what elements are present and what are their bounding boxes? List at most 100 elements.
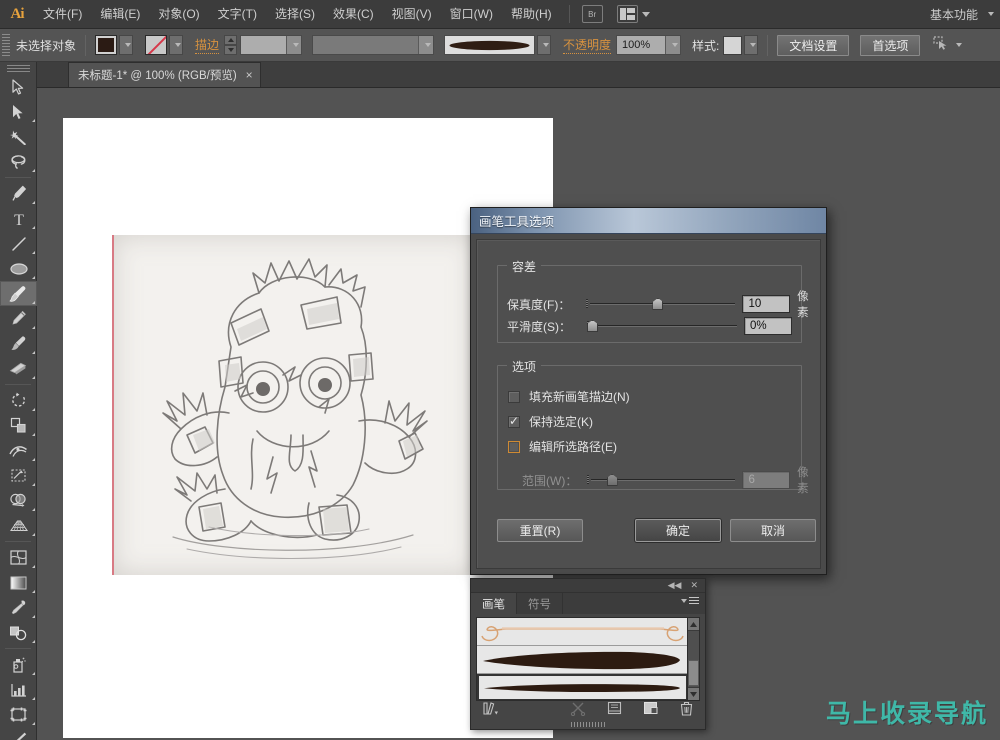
chevron-down-icon: [988, 12, 994, 16]
menu-view[interactable]: 视图(V): [383, 0, 441, 29]
smoothness-slider[interactable]: [587, 319, 737, 333]
tolerance-legend: 容差: [507, 258, 542, 275]
brush-tool-options-dialog[interactable]: 画笔工具选项 容差 保真度(F)： 10 像素 平滑度(S)： 0% 选项 填充…: [470, 207, 827, 575]
fill-new-brush-strokes-row[interactable]: 填充新画笔描边(N): [508, 388, 630, 405]
opacity-label[interactable]: 不透明度: [563, 36, 612, 54]
smoothness-input[interactable]: 0%: [744, 317, 792, 335]
type-tool[interactable]: T: [0, 206, 37, 231]
brush-list-scrollbar[interactable]: [687, 617, 700, 701]
pen-tool[interactable]: [0, 181, 37, 206]
eyedropper-tool[interactable]: [0, 595, 37, 620]
fidelity-slider[interactable]: [586, 297, 736, 311]
width-tool[interactable]: [0, 438, 37, 463]
brush-item-calligraphic-rope[interactable]: [477, 618, 688, 646]
dialog-title-bar[interactable]: 画笔工具选项: [471, 208, 826, 234]
menu-object[interactable]: 对象(O): [149, 0, 208, 29]
new-brush-icon[interactable]: [639, 698, 661, 718]
selection-tool[interactable]: [0, 74, 37, 99]
brush-item-thick-tapered[interactable]: [477, 646, 688, 674]
direct-selection-tool[interactable]: [0, 99, 37, 124]
graphic-style-swatch[interactable]: [723, 35, 743, 55]
line-segment-tool[interactable]: [0, 231, 37, 256]
column-graph-tool[interactable]: [0, 677, 37, 702]
menu-select[interactable]: 选择(S): [266, 0, 324, 29]
control-bar-grip[interactable]: [2, 33, 10, 57]
blob-brush-tool[interactable]: [0, 331, 37, 356]
scrollbar-thumb[interactable]: [688, 660, 699, 686]
menu-window[interactable]: 窗口(W): [441, 0, 502, 29]
chevron-down-icon[interactable]: [641, 11, 650, 17]
scale-tool[interactable]: [0, 413, 37, 438]
menu-edit[interactable]: 编辑(E): [91, 0, 149, 29]
edit-selected-paths-checkbox[interactable]: [508, 440, 520, 453]
magic-wand-tool[interactable]: [0, 124, 37, 149]
stroke-profile-combo[interactable]: [312, 35, 435, 55]
options-of-selected-object-icon[interactable]: [603, 698, 625, 718]
opacity-combo[interactable]: 100%: [616, 35, 682, 55]
brush-list[interactable]: [476, 617, 689, 701]
brush-definition-dropdown[interactable]: [537, 35, 552, 55]
placed-sketch-image[interactable]: [112, 235, 475, 575]
menu-effect[interactable]: 效果(C): [324, 0, 383, 29]
chevron-down-icon: [681, 598, 687, 603]
chevron-down-icon: [286, 36, 302, 54]
select-similar-objects-icon[interactable]: [933, 35, 949, 55]
symbol-sprayer-tool[interactable]: [0, 652, 37, 677]
fill-dropdown-button[interactable]: [119, 35, 134, 55]
graphic-style-dropdown[interactable]: [744, 35, 759, 55]
delete-brush-icon[interactable]: [675, 698, 697, 718]
rotate-tool[interactable]: [0, 388, 37, 413]
preferences-button[interactable]: 首选项: [860, 34, 921, 56]
brush-definition-preview[interactable]: [444, 35, 536, 55]
panel-resize-grip[interactable]: [571, 722, 605, 727]
stroke-color-swatch[interactable]: [145, 35, 168, 55]
menu-help[interactable]: 帮助(H): [502, 0, 561, 29]
menu-type[interactable]: 文字(T): [209, 0, 266, 29]
ok-button[interactable]: 确定: [635, 519, 721, 542]
panel-title-bar[interactable]: ◀◀ ✕: [471, 579, 705, 593]
artboard-tool[interactable]: [0, 702, 37, 727]
bridge-icon[interactable]: Br: [581, 5, 603, 23]
document-setup-button[interactable]: 文档设置: [777, 34, 850, 56]
keep-selected-checkbox[interactable]: ✓: [508, 415, 520, 428]
pencil-tool[interactable]: [0, 306, 37, 331]
brush-libraries-menu-icon[interactable]: [479, 698, 501, 718]
slice-tool[interactable]: [0, 727, 37, 740]
menu-file[interactable]: 文件(F): [34, 0, 91, 29]
stroke-weight-stepper[interactable]: [224, 35, 238, 55]
gradient-tool[interactable]: [0, 570, 37, 595]
fill-color-swatch[interactable]: [95, 35, 118, 55]
blend-tool[interactable]: [0, 620, 37, 645]
free-transform-tool[interactable]: [0, 463, 37, 488]
reset-button[interactable]: 重置(R): [497, 519, 583, 542]
collapse-panel-icon[interactable]: ◀◀: [668, 581, 682, 590]
edit-selected-paths-row[interactable]: 编辑所选路径(E): [508, 438, 617, 455]
tab-brushes[interactable]: 画笔: [471, 593, 517, 614]
fidelity-slider-thumb[interactable]: [652, 298, 664, 310]
stroke-weight-label[interactable]: 描边: [195, 36, 220, 54]
scroll-up-icon[interactable]: [688, 618, 699, 631]
document-tab[interactable]: 未标题-1* @ 100% (RGB/预览) ×: [68, 62, 261, 87]
fidelity-input[interactable]: 10: [742, 295, 791, 313]
stroke-dropdown-button[interactable]: [169, 35, 184, 55]
shape-builder-tool[interactable]: [0, 488, 37, 513]
fill-new-brush-strokes-checkbox[interactable]: [508, 390, 520, 403]
close-icon[interactable]: ×: [246, 69, 253, 81]
tab-symbols[interactable]: 符号: [517, 593, 563, 614]
lasso-tool[interactable]: [0, 149, 37, 174]
keep-selected-row[interactable]: ✓ 保持选定(K): [508, 413, 593, 430]
close-icon[interactable]: ✕: [690, 581, 698, 590]
arrange-documents-icon[interactable]: [616, 5, 638, 23]
mesh-tool[interactable]: [0, 545, 37, 570]
stroke-weight-combo[interactable]: [240, 35, 303, 55]
panel-menu-button[interactable]: [677, 597, 699, 604]
workspace-switcher[interactable]: 基本功能: [930, 6, 994, 23]
tools-panel-grip[interactable]: [0, 62, 37, 74]
ellipse-tool[interactable]: [0, 256, 37, 281]
brushes-panel[interactable]: ◀◀ ✕ 画笔 符号: [470, 578, 706, 730]
chevron-down-icon[interactable]: [956, 43, 963, 47]
cancel-button[interactable]: 取消: [730, 519, 816, 542]
paintbrush-tool[interactable]: [0, 281, 37, 306]
eraser-tool[interactable]: [0, 356, 37, 381]
perspective-grid-tool[interactable]: [0, 513, 37, 538]
